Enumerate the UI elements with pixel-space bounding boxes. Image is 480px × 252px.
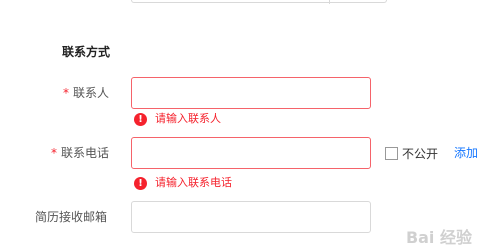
contact-form-page: 联系方式 * 联系人 ! 请输入联系人 * 联系电话 不公开 添加 ! 请输入联系电…: [0, 0, 480, 252]
private-checkbox-label: 不公开: [402, 147, 439, 161]
contact-person-error-text: 请输入联系人: [155, 112, 221, 125]
section-title: 联系方式: [62, 45, 111, 59]
resume-email-label-text: 简历接收邮箱: [35, 210, 108, 224]
contact-phone-input[interactable]: [131, 137, 371, 169]
contact-phone-error-text: 请输入联系电话: [155, 176, 232, 189]
contact-phone-label-text: 联系电话: [61, 146, 110, 160]
previous-field-input[interactable]: [131, 0, 387, 3]
private-checkbox-wrapper[interactable]: 不公开: [385, 145, 438, 162]
contact-person-error: ! 请输入联系人: [134, 112, 221, 126]
watermark-logo: Bai 经验: [405, 228, 472, 247]
add-phone-link[interactable]: 添加: [454, 145, 478, 161]
previous-field-divider: [329, 0, 330, 4]
exclamation-circle-icon: !: [134, 112, 147, 126]
resume-email-label: 简历接收邮箱: [35, 209, 107, 225]
required-mark: *: [63, 86, 69, 100]
exclamation-circle-icon: !: [134, 176, 147, 190]
contact-person-input[interactable]: [131, 77, 371, 109]
contact-person-label: * 联系人: [63, 85, 109, 101]
contact-phone-error: ! 请输入联系电话: [134, 176, 232, 190]
private-checkbox[interactable]: [385, 147, 398, 160]
required-mark: *: [51, 146, 57, 160]
contact-phone-label: * 联系电话: [51, 145, 109, 161]
resume-email-input[interactable]: [131, 201, 371, 233]
contact-person-label-text: 联系人: [73, 86, 110, 100]
